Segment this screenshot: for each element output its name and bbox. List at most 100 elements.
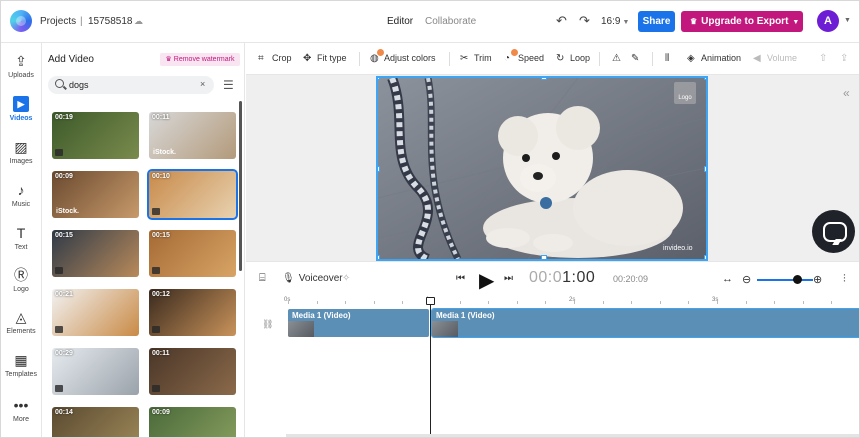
layer-down-icon: ⇪ <box>840 53 849 64</box>
magic-button[interactable]: ✎ <box>631 53 645 64</box>
resize-handle[interactable] <box>704 166 706 172</box>
video-thumbnail[interactable]: 00:09 <box>149 407 236 437</box>
zoom-in-icon[interactable]: ⊕ <box>813 273 822 286</box>
thumbnail-duration: 00:11 <box>152 114 170 121</box>
crop-button[interactable]: ⌗ Crop <box>258 53 292 64</box>
chevron-down-icon: ▼ <box>792 19 800 26</box>
tab-editor[interactable]: Editor <box>387 16 413 27</box>
tab-collaborate[interactable]: Collaborate <box>425 16 476 27</box>
video-thumbnail[interactable]: 00:14 <box>52 407 139 437</box>
playhead-handle[interactable] <box>426 297 435 305</box>
resize-handle[interactable] <box>541 78 547 80</box>
timeline-clip-selected[interactable]: Media 1 (Video) <box>431 308 859 338</box>
nav-label: Images <box>9 158 33 165</box>
skip-forward-icon[interactable]: ⏭ <box>504 273 513 284</box>
collapse-panel-icon[interactable]: « <box>843 86 850 100</box>
zoom-out-icon[interactable]: ⊖ <box>742 273 751 286</box>
fit-type-button[interactable]: ✥ Fit type <box>303 53 347 64</box>
video-thumbnail[interactable]: 00:21 <box>52 289 139 336</box>
align-icon: ⫴ <box>665 53 670 64</box>
nav-label: Logo <box>13 286 29 293</box>
aspect-ratio-value: 16:9 <box>601 16 621 27</box>
loop-button[interactable]: ↻ Loop <box>556 53 590 64</box>
timeline-clip[interactable]: Media 1 (Video) <box>288 309 429 337</box>
volume-icon: ◀ <box>753 53 761 64</box>
fit-type-label: Fit type <box>317 53 347 63</box>
chat-support-button[interactable] <box>812 210 855 253</box>
zoom-slider-track[interactable] <box>757 279 813 281</box>
timeline-settings-icon[interactable]: ⫶ <box>843 273 846 286</box>
logo-placeholder[interactable]: Logo <box>674 82 696 104</box>
play-icon[interactable]: ▶ <box>479 268 494 293</box>
video-thumbnail[interactable]: 00:15 <box>52 230 139 277</box>
nav-videos[interactable]: ▶ Videos <box>1 96 41 122</box>
filter-icon[interactable]: ☰ <box>223 78 234 92</box>
project-id[interactable]: 15758518 <box>88 16 133 27</box>
video-thumbnail[interactable]: 00:09 iStock. <box>52 171 139 218</box>
thumbnail-duration: 00:29 <box>55 350 73 357</box>
nav-uploads[interactable]: ⇪ Uploads <box>1 53 41 79</box>
user-avatar[interactable]: A <box>817 10 839 32</box>
flip-button[interactable]: ⚠ <box>612 53 626 64</box>
current-time-dim: 00:0 <box>529 269 563 286</box>
nav-templates[interactable]: ▦ Templates <box>1 352 41 378</box>
timeline: 0s 1s 2s 3s ⛓ Media 1 (Video) Media 1 (V… <box>246 297 859 437</box>
cloud-saved-icon: ☁ <box>134 16 143 26</box>
resize-handle[interactable] <box>378 78 380 80</box>
clear-icon[interactable]: × <box>200 79 205 89</box>
voiceover-label: Voiceover <box>298 273 343 284</box>
divider <box>449 52 450 66</box>
video-thumbnail[interactable]: 00:29 <box>52 348 139 395</box>
video-thumbnail[interactable]: 00:19 <box>52 112 139 159</box>
trim-button[interactable]: ✂ Trim <box>460 53 492 64</box>
nav-images[interactable]: ▨ Images <box>1 139 41 165</box>
align-button[interactable]: ⫴ <box>665 53 679 64</box>
redo-icon[interactable]: ↷ <box>579 13 590 29</box>
video-thumbnail[interactable]: 00:11 <box>149 348 236 395</box>
move-up-button[interactable]: ⇧ <box>819 53 833 64</box>
volume-button[interactable]: ◀ Volume <box>753 53 797 64</box>
video-thumbnail[interactable]: 00:10 <box>147 169 238 220</box>
chevron-down-icon[interactable]: ▼ <box>844 17 851 24</box>
animation-button[interactable]: ◈ Animation <box>687 53 741 64</box>
move-down-button[interactable]: ⇪ <box>840 53 854 64</box>
voiceover-button[interactable]: 🎙 Voiceover <box>282 273 343 284</box>
captions-icon[interactable]: ⌸ <box>259 272 266 285</box>
skip-back-icon[interactable]: ⏮ <box>456 273 465 284</box>
video-thumbnail[interactable]: 00:15 <box>149 230 236 277</box>
invideo-logo[interactable] <box>10 10 32 32</box>
speed-button[interactable]: ◔ Speed <box>504 53 544 64</box>
resize-handle[interactable] <box>704 78 706 80</box>
timeline-scrollbar[interactable] <box>286 434 859 437</box>
premium-badge-icon <box>152 385 160 392</box>
nav-more[interactable]: ••• More <box>1 397 41 423</box>
breadcrumb-projects[interactable]: Projects <box>40 16 76 27</box>
magic-voice-icon[interactable]: ✧ <box>342 273 350 284</box>
thumbnail-duration: 00:15 <box>55 232 73 239</box>
nav-elements[interactable]: ◬ Elements <box>1 309 41 335</box>
panel-scrollbar[interactable] <box>239 101 242 271</box>
panel-title: Add Video <box>48 54 94 65</box>
fit-timeline-icon[interactable]: ↔ <box>722 273 733 285</box>
zoom-slider-knob[interactable] <box>793 275 802 284</box>
link-icon[interactable]: ⛓ <box>262 319 273 330</box>
aspect-ratio-select[interactable]: 16:9 ▼ <box>601 16 629 27</box>
resize-handle[interactable] <box>378 166 380 172</box>
search-input[interactable]: dogs × <box>48 76 214 94</box>
nav-text[interactable]: T Text <box>1 225 41 251</box>
adjust-colors-button[interactable]: ◍ Adjust colors <box>370 53 436 64</box>
share-button[interactable]: Share <box>638 11 675 32</box>
video-thumbnail[interactable]: 00:12 <box>149 289 236 336</box>
undo-icon[interactable]: ↶ <box>556 13 567 29</box>
search-value[interactable]: dogs <box>69 80 89 90</box>
upgrade-to-export-button[interactable]: ♛ Upgrade to Export ▼ <box>681 11 803 32</box>
nav-music[interactable]: ♪ Music <box>1 182 41 208</box>
ruler-tick <box>317 301 318 304</box>
templates-icon: ▦ <box>14 352 28 368</box>
crown-icon: ♛ <box>690 17 698 26</box>
video-thumbnail[interactable]: 00:11 iStock. <box>149 112 236 159</box>
chevron-down-icon: ▼ <box>622 19 630 26</box>
video-preview[interactable] <box>376 76 708 261</box>
remove-watermark-button[interactable]: ♛ Remove watermark <box>160 53 240 66</box>
nav-logo[interactable]: Ⓡ Logo <box>1 267 41 293</box>
